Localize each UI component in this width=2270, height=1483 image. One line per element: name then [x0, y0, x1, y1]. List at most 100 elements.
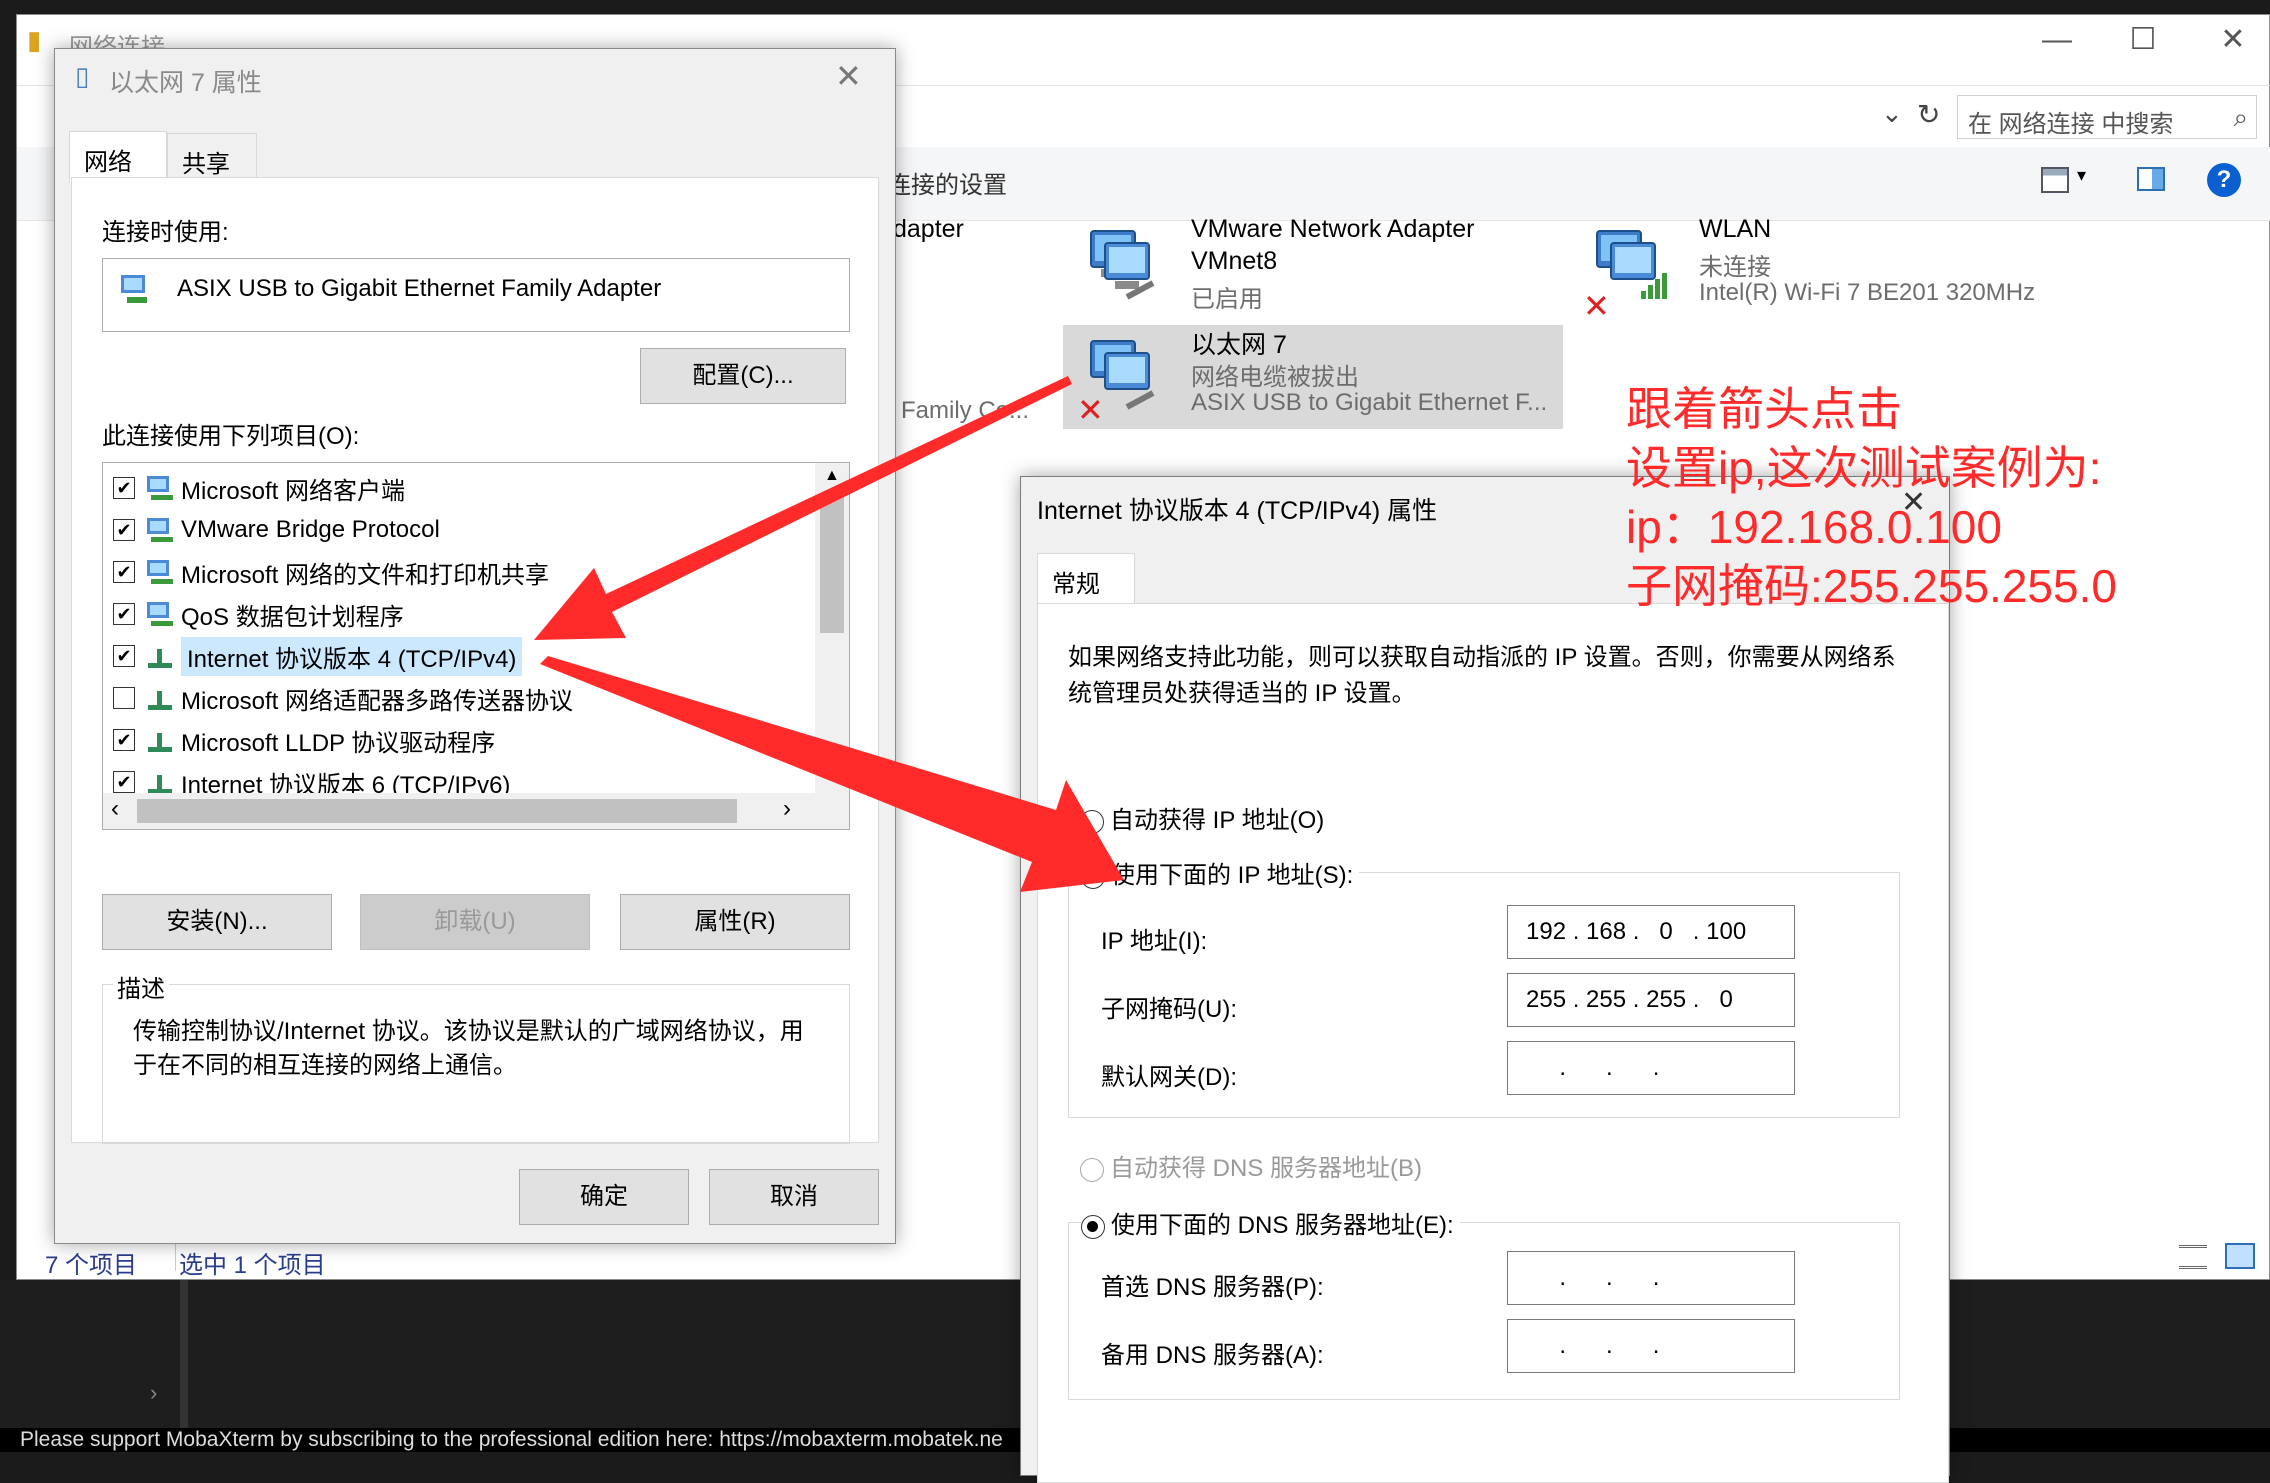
auto-ip-label: 自动获得 IP 地址(O): [1110, 807, 1325, 834]
checkbox[interactable]: ✔: [113, 561, 135, 583]
folder-icon: ▮: [27, 25, 42, 55]
adapter-status: 已启用: [1191, 286, 1263, 313]
refresh-icon[interactable]: ↻: [1917, 98, 1940, 131]
manual-dns-option[interactable]: 使用下面的 DNS 服务器地址(E):: [1081, 1205, 1460, 1240]
scroll-thumb[interactable]: [137, 799, 737, 823]
disconnected-x-icon: ✕: [1077, 392, 1104, 428]
disconnected-x-icon: ✕: [1583, 288, 1610, 324]
ipv4-properties-dialog: Internet 协议版本 4 (TCP/IPv4) 属性 ✕ 常规 如果网络支…: [1020, 476, 1950, 1483]
details-view-icon[interactable]: [2179, 1245, 2207, 1269]
tab-general[interactable]: 常规: [1037, 553, 1135, 605]
list-item[interactable]: Microsoft 网络适配器多路传送器协议: [113, 677, 813, 719]
client-icon: [147, 476, 173, 500]
description-group: 描述 传输控制协议/Internet 协议。该协议是默认的广域网络协议，用于在不…: [102, 969, 850, 1144]
divider: [175, 1241, 176, 1271]
horizontal-scrollbar[interactable]: ‹ ›: [103, 793, 849, 829]
adapter-device: ASIX USB to Gigabit Ethernet F...: [1191, 389, 1548, 416]
checkbox[interactable]: [113, 687, 135, 709]
item-label: Microsoft LLDP 协议驱动程序: [181, 729, 496, 757]
vertical-scrollbar[interactable]: ▲: [815, 463, 849, 793]
partial-adapter-device: Family Co...: [901, 397, 1030, 424]
ip-address-field[interactable]: 192 . 168 . 0 . 100: [1507, 905, 1795, 959]
scroll-up-icon[interactable]: ▲: [824, 467, 840, 485]
adapter-vmnet8[interactable]: VMware Network Adapter VMnet8 已启用: [1063, 211, 1563, 321]
item-label: Microsoft 网络的文件和打印机共享: [181, 561, 550, 589]
checkbox[interactable]: ✔: [113, 603, 135, 625]
install-button[interactable]: 安装(N)...: [102, 894, 332, 950]
dns1-label: 首选 DNS 服务器(P):: [1101, 1274, 1324, 1301]
minimize-button[interactable]: —: [2027, 25, 2087, 57]
search-input[interactable]: 在 网络连接 中搜索 ⌕: [1957, 95, 2257, 139]
scroll-right-icon[interactable]: ›: [783, 795, 791, 823]
list-item-ipv4[interactable]: ✔ Internet 协议版本 4 (TCP/IPv4): [113, 635, 813, 677]
partial-adapter-name: dapter: [893, 215, 964, 243]
list-item[interactable]: ✔ Microsoft 网络的文件和打印机共享: [113, 551, 813, 593]
subnet-mask-field[interactable]: 255 . 255 . 255 . 0: [1507, 973, 1795, 1027]
chevron-right-icon[interactable]: ›: [150, 1380, 157, 1406]
checkbox[interactable]: ✔: [113, 729, 135, 751]
items-list[interactable]: ✔ Microsoft 网络客户端 ✔ VMware Bridge Protocol…: [102, 462, 850, 830]
radio[interactable]: [1081, 864, 1105, 889]
large-icons-view-icon[interactable]: [2225, 1243, 2255, 1269]
ip-label: IP 地址(I):: [1101, 928, 1208, 955]
items-label: 此连接使用下列项目(O):: [102, 423, 360, 450]
item-label: VMware Bridge Protocol: [181, 516, 440, 543]
ok-button[interactable]: 确定: [519, 1169, 689, 1225]
list-item[interactable]: ✔ VMware Bridge Protocol: [113, 509, 813, 551]
checkbox[interactable]: ✔: [113, 519, 135, 541]
tab-label: 共享: [182, 151, 230, 178]
manual-dns-label: 使用下面的 DNS 服务器地址(E):: [1111, 1212, 1454, 1239]
connect-using-label: 连接时使用:: [102, 219, 229, 246]
close-button[interactable]: ✕: [2203, 25, 2263, 57]
preview-pane-icon[interactable]: [2137, 167, 2165, 191]
uninstall-button: 卸载(U): [360, 894, 590, 950]
chevron-down-icon[interactable]: ▾: [2077, 165, 2086, 186]
tab-label: 常规: [1052, 571, 1100, 598]
adapter-small-icon: ▯: [75, 61, 90, 91]
cmd-text[interactable]: 连接的设置: [887, 165, 1007, 200]
adapter-status: 未连接: [1699, 254, 1771, 281]
adapter-wlan[interactable]: ✕ WLAN 未连接 Intel(R) Wi-Fi 7 BE201 320MHz: [1573, 211, 2093, 324]
cancel-button[interactable]: 取消: [709, 1169, 879, 1225]
checkbox[interactable]: ✔: [113, 645, 135, 667]
annotation-text: 跟着箭头点击 设置ip,这次测试案例为: ip：192.168.0.100 子网…: [1626, 383, 2117, 612]
checkbox[interactable]: ✔: [113, 771, 135, 793]
scroll-left-icon[interactable]: ‹: [111, 795, 119, 823]
gateway-label: 默认网关(D):: [1101, 1064, 1237, 1091]
alternate-dns-field[interactable]: . . .: [1507, 1319, 1795, 1373]
network-tab-panel: 连接时使用: ASIX USB to Gigabit Ethernet Fami…: [71, 177, 879, 1144]
scroll-thumb[interactable]: [820, 493, 844, 633]
radio[interactable]: [1080, 809, 1104, 834]
auto-ip-option[interactable]: 自动获得 IP 地址(O): [1080, 800, 1324, 835]
manual-dns-group: 使用下面的 DNS 服务器地址(E): 首选 DNS 服务器(P): . . .…: [1068, 1205, 1900, 1400]
manual-ip-option[interactable]: 使用下面的 IP 地址(S):: [1081, 855, 1360, 890]
maximize-button[interactable]: ☐: [2113, 25, 2173, 57]
manual-ip-group: 使用下面的 IP 地址(S): IP 地址(I): 192 . 168 . 0 …: [1068, 855, 1900, 1118]
dns2-label: 备用 DNS 服务器(A):: [1101, 1342, 1324, 1369]
properties-button[interactable]: 属性(R): [620, 894, 850, 950]
help-icon[interactable]: ?: [2207, 163, 2241, 197]
description-label: 描述: [113, 969, 169, 1004]
splitter[interactable]: [180, 1280, 188, 1428]
list-item[interactable]: ✔ Microsoft LLDP 协议驱动程序: [113, 719, 813, 761]
radio[interactable]: [1081, 1214, 1105, 1239]
checkbox[interactable]: ✔: [113, 477, 135, 499]
gateway-field[interactable]: . . .: [1507, 1041, 1795, 1095]
adapter-ethernet7[interactable]: ✕ 以太网 7 网络电缆被拔出 ASIX USB to Gigabit Ethe…: [1063, 325, 1563, 429]
chevron-down-icon[interactable]: ⌄: [1881, 98, 1903, 129]
mask-label: 子网掩码(U):: [1101, 996, 1237, 1023]
tab-network[interactable]: 网络: [69, 131, 167, 183]
close-icon[interactable]: ✕: [835, 57, 862, 95]
ethernet-properties-dialog: ▯ 以太网 7 属性 ✕ 网络 共享 连接时使用: ASIX USB to Gi…: [54, 48, 896, 1244]
list-item[interactable]: ✔ QoS 数据包计划程序: [113, 593, 813, 635]
dialog-title: 以太网 7 属性: [109, 69, 262, 97]
item-count: 7 个项目: [45, 1252, 138, 1279]
item-label: QoS 数据包计划程序: [181, 603, 404, 631]
tab-sharing[interactable]: 共享: [167, 133, 257, 181]
adapter-display: ASIX USB to Gigabit Ethernet Family Adap…: [102, 258, 850, 332]
protocol-icon: [148, 691, 172, 710]
configure-button[interactable]: 配置(C)...: [640, 348, 846, 404]
view-options-icon[interactable]: [2041, 167, 2069, 193]
preferred-dns-field[interactable]: . . .: [1507, 1251, 1795, 1305]
list-item[interactable]: ✔ Microsoft 网络客户端: [113, 467, 813, 509]
